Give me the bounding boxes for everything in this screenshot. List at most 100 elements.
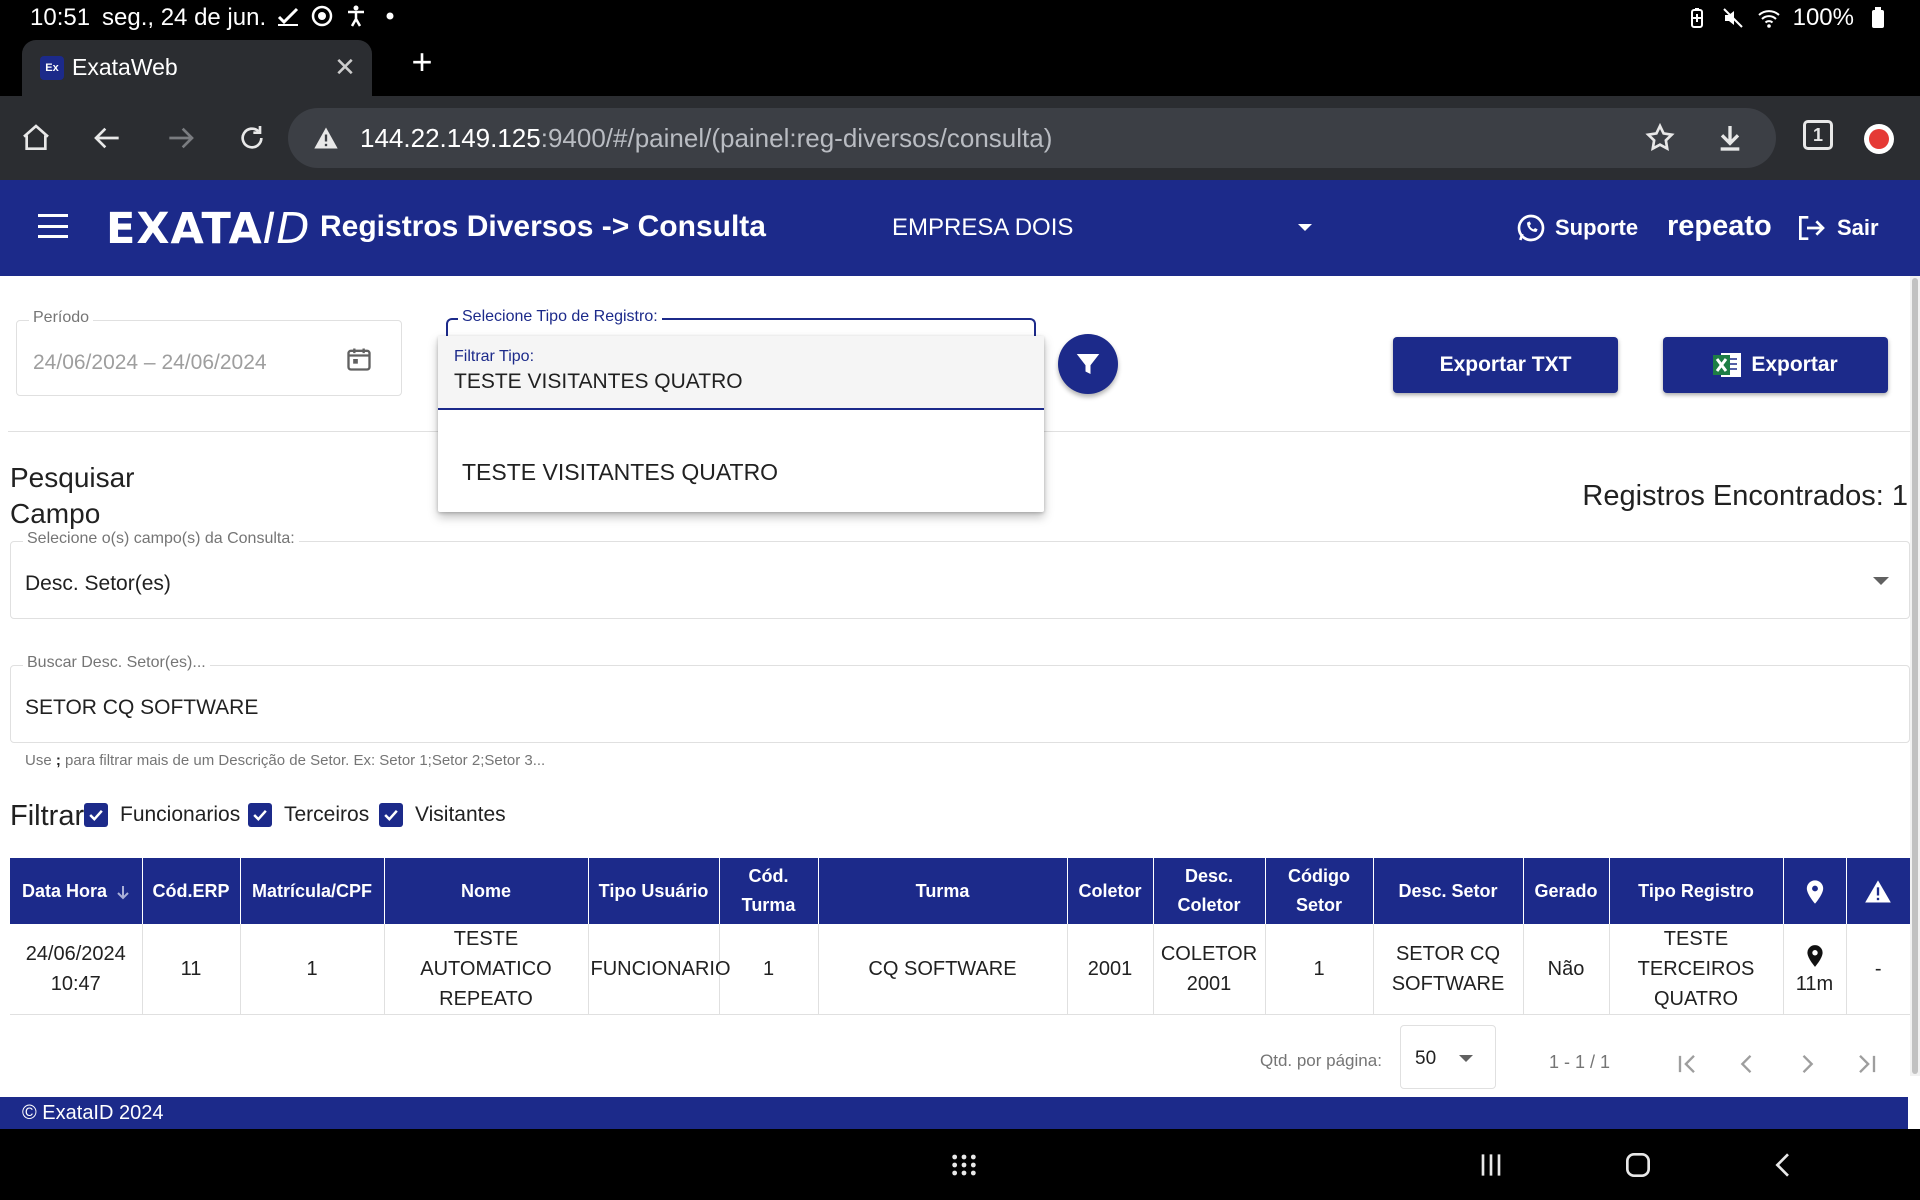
table-row[interactable]: 24/06/2024 10:47 11 1 TESTE AUTOMATICO R… (10, 924, 1910, 1015)
forward-icon[interactable] (160, 118, 200, 158)
table-header-row: Data Hora Cód.ERP Matrícula/CPF Nome Tip… (10, 858, 1910, 924)
page-scrollbar[interactable] (1910, 276, 1920, 1076)
cell-desc-coletor: COLETOR 2001 (1153, 924, 1266, 1015)
column-header-tipo-registro[interactable]: Tipo Registro (1609, 858, 1784, 924)
cell-gerado: Não (1523, 924, 1610, 1015)
search-value[interactable]: SETOR CQ SOFTWARE (25, 696, 258, 720)
home-icon[interactable] (16, 118, 56, 158)
last-page-icon[interactable] (1847, 1044, 1887, 1084)
cell-data-hora: 24/06/2024 10:47 (10, 924, 143, 1015)
search-section-title: Pesquisar Campo (10, 462, 135, 529)
column-header-cod-turma[interactable]: Cód. Turma (719, 858, 819, 924)
close-tab-icon[interactable]: ✕ (328, 50, 362, 84)
cell-tipo-usuario: FUNCIONARIO (588, 924, 731, 1015)
not-secure-icon[interactable] (312, 124, 340, 152)
export-txt-button[interactable]: Exportar TXT (1393, 337, 1618, 393)
excel-icon (1713, 353, 1742, 377)
column-header-cod-erp[interactable]: Cód.ERP (142, 858, 241, 924)
checkbox-visitantes[interactable]: Visitantes (379, 803, 506, 827)
battery-percent: 100% (1792, 4, 1854, 31)
checkbox-checked-icon[interactable] (379, 803, 403, 827)
column-header-turma[interactable]: Turma (818, 858, 1068, 924)
check-icon (277, 7, 299, 26)
sort-down-icon[interactable] (115, 884, 131, 900)
column-header-codigo-setor[interactable]: Código Setor (1265, 858, 1374, 924)
column-header-gerado[interactable]: Gerado (1523, 858, 1610, 924)
export-excel-button[interactable]: Exportar (1663, 337, 1888, 393)
company-select[interactable]: EMPRESA DOIS (892, 214, 1312, 242)
column-header-nome[interactable]: Nome (384, 858, 589, 924)
hamburger-menu-icon[interactable] (38, 214, 68, 238)
filter-type-input[interactable]: Filtrar Tipo: TESTE VISITANTES QUATRO (438, 336, 1044, 410)
column-header-matricula[interactable]: Matrícula/CPF (240, 858, 385, 924)
records-found: Registros Encontrados: 1 (1582, 480, 1908, 512)
support-button[interactable]: Suporte (1515, 212, 1638, 244)
checkbox-funcionarios[interactable]: Funcionarios (84, 803, 240, 827)
url-host: 144.22.149.125 (360, 123, 541, 153)
username: repeato (1667, 210, 1772, 242)
cell-location[interactable]: 11m (1783, 924, 1847, 1015)
status-date: seg., 24 de jun. (102, 4, 267, 31)
back-icon[interactable] (88, 118, 128, 158)
circle-icon (311, 5, 333, 27)
location-pin-icon[interactable] (1802, 943, 1828, 969)
support-label: Suporte (1555, 215, 1639, 240)
browser-tab[interactable]: Ex ExataWeb ✕ (22, 40, 372, 96)
checkbox-terceiros[interactable]: Terceiros (248, 803, 369, 827)
first-page-icon[interactable] (1667, 1044, 1707, 1084)
extension-icon[interactable] (1864, 124, 1894, 154)
tab-switcher-icon[interactable]: 1 (1803, 120, 1833, 150)
chevron-down-icon (1459, 1055, 1473, 1062)
prev-page-icon[interactable] (1727, 1044, 1767, 1084)
search-input[interactable]: Buscar Desc. Setor(es)... SETOR CQ SOFTW… (10, 654, 1910, 743)
cell-nome: TESTE AUTOMATICO REPEATO (384, 924, 589, 1015)
accessibility-icon (348, 5, 364, 27)
filter-label: Filtrar (10, 800, 85, 832)
cell-alert: - (1846, 924, 1910, 1015)
period-date-range[interactable]: Período 24/06/2024 – 24/06/2024 (16, 309, 402, 396)
query-field-value: Desc. Setor(es) (25, 572, 171, 595)
favicon: Ex (40, 56, 64, 80)
column-header-tipo-usuario[interactable]: Tipo Usuário (588, 858, 720, 924)
dropdown-option[interactable]: TESTE VISITANTES QUATRO (438, 448, 1044, 496)
search-hint: Use ; para filtrar mais de um Descrição … (25, 752, 545, 769)
column-header-desc-setor[interactable]: Desc. Setor (1373, 858, 1524, 924)
column-header-desc-coletor[interactable]: Desc. Coletor (1153, 858, 1266, 924)
column-header-location[interactable] (1783, 858, 1847, 924)
home-nav-icon[interactable] (1620, 1147, 1656, 1183)
column-header-data-hora[interactable]: Data Hora (10, 858, 143, 924)
query-field-select[interactable]: Selecione o(s) campo(s) da Consulta: Des… (10, 530, 1910, 619)
next-page-icon[interactable] (1787, 1044, 1827, 1084)
url-text[interactable]: 144.22.149.125:9400/#/painel/(painel:reg… (360, 123, 1052, 154)
download-icon[interactable] (1714, 122, 1746, 154)
hint-suffix: para filtrar mais de um Descrição de Set… (60, 752, 546, 769)
checkbox-checked-icon[interactable] (84, 803, 108, 827)
bookmark-star-icon[interactable] (1644, 122, 1676, 154)
scrollbar-thumb[interactable] (1912, 278, 1918, 1074)
cell-tipo-registro: TESTE TERCEIROS QUATRO (1609, 924, 1784, 1015)
checkbox-checked-icon[interactable] (248, 803, 272, 827)
logout-button[interactable]: Sair (1795, 212, 1879, 244)
column-header-coletor[interactable]: Coletor (1067, 858, 1154, 924)
filter-button[interactable] (1058, 334, 1118, 394)
filter-funnel-icon (1076, 354, 1100, 374)
logout-label: Sair (1837, 215, 1879, 240)
record-type-select[interactable]: Selecione Tipo de Registro: (446, 308, 1036, 336)
mute-icon (1722, 8, 1743, 28)
recents-icon[interactable] (1473, 1147, 1509, 1183)
address-bar[interactable]: 144.22.149.125:9400/#/painel/(painel:reg… (288, 108, 1776, 168)
per-page-select[interactable]: 50 (1400, 1025, 1496, 1089)
apps-grid-icon[interactable] (946, 1147, 982, 1183)
column-label: Data Hora (22, 880, 108, 901)
cell-matricula: 1 (240, 924, 385, 1015)
column-header-alert[interactable] (1846, 858, 1910, 924)
period-value[interactable]: 24/06/2024 – 24/06/2024 (33, 351, 267, 375)
back-nav-icon[interactable] (1766, 1147, 1802, 1183)
dot-icon (386, 12, 394, 20)
filter-type-value[interactable]: TESTE VISITANTES QUATRO (454, 370, 743, 394)
wifi-icon (1757, 10, 1780, 28)
new-tab-icon[interactable]: + (402, 42, 442, 82)
exataid-logo: EXATAID (106, 204, 311, 254)
calendar-icon[interactable] (345, 345, 373, 373)
reload-icon[interactable] (232, 118, 272, 158)
